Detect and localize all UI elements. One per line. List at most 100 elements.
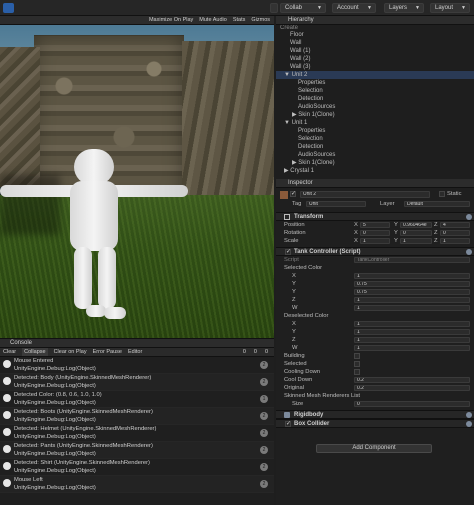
selected-color-w-field[interactable]: 1 bbox=[354, 305, 470, 311]
log-entry[interactable]: Detected Color: (0.8, 0.6, 1.0, 1.0) Unit… bbox=[0, 391, 274, 408]
cool-down-field[interactable]: 0.2 bbox=[354, 377, 470, 383]
deselected-color-y-field[interactable]: 1 bbox=[354, 329, 470, 335]
gear-icon[interactable] bbox=[466, 421, 472, 427]
hierarchy-list: Floor Wall Wall (1) Wall (2) Wall (3) ▼ … bbox=[276, 31, 474, 175]
log-entry[interactable]: Detected: Pants (UnityEngine.SkinnedMesh… bbox=[0, 442, 274, 459]
hierarchy-item[interactable]: Selection bbox=[276, 135, 474, 143]
log-source: UnityEngine.Debug:Log(Object) bbox=[14, 433, 96, 440]
scale-y[interactable]: 1 bbox=[400, 238, 432, 244]
gear-icon[interactable] bbox=[466, 249, 472, 255]
building-checkbox[interactable] bbox=[354, 353, 360, 359]
layout-dropdown[interactable]: Layout ▼ bbox=[430, 3, 470, 13]
box-collider-enabled-checkbox[interactable] bbox=[285, 420, 291, 428]
hierarchy-item[interactable]: ▶ Skin 1(Clone) bbox=[276, 159, 474, 167]
collapse-button[interactable]: Collapse bbox=[22, 348, 48, 356]
position-label: Position bbox=[284, 222, 305, 228]
selected-color-y2-field[interactable]: 0.75 bbox=[354, 289, 470, 295]
deselected-color-z-field[interactable]: 1 bbox=[354, 337, 470, 343]
warning-count[interactable]: 0 bbox=[254, 348, 257, 357]
stats-toggle[interactable]: Stats bbox=[233, 16, 246, 25]
hierarchy-item-unit-1[interactable]: ▼ Unit 1 bbox=[276, 119, 474, 127]
log-entry[interactable]: Mouse Entered UnityEngine.Debug:Log(Objec… bbox=[0, 357, 274, 374]
hierarchy-item[interactable]: Wall (1) bbox=[276, 47, 474, 55]
error-pause-button[interactable]: Error Pause bbox=[93, 348, 122, 356]
maximize-on-play-toggle[interactable]: Maximize On Play bbox=[149, 16, 193, 25]
add-component-button[interactable]: Add Component bbox=[316, 444, 432, 453]
account-dropdown[interactable]: Account ▼ bbox=[332, 3, 376, 13]
collab-dropdown[interactable]: Collab ▼ bbox=[280, 3, 326, 13]
hierarchy-item[interactable]: ▶ Skin 1(Clone) bbox=[276, 111, 474, 119]
rigidbody-header[interactable]: Rigidbody bbox=[276, 410, 474, 419]
rotation-z[interactable]: 0 bbox=[440, 230, 470, 236]
skinned-list-row[interactable]: Skinned Mesh Renderers List bbox=[276, 392, 474, 400]
error-count[interactable]: 0 bbox=[265, 348, 268, 357]
size-field[interactable]: 0 bbox=[354, 401, 470, 407]
hierarchy-tab[interactable]: Hierarchy bbox=[276, 16, 474, 25]
position-x[interactable]: 5 bbox=[360, 222, 390, 228]
clear-on-play-button[interactable]: Clear on Play bbox=[54, 348, 87, 356]
selected-color-x-field[interactable]: 1 bbox=[354, 273, 470, 279]
cooling-down-checkbox[interactable] bbox=[354, 369, 360, 375]
box-collider-header[interactable]: Box Collider bbox=[276, 419, 474, 428]
info-count[interactable]: 0 bbox=[243, 348, 246, 357]
deselected-color-w-field[interactable]: 1 bbox=[354, 345, 470, 351]
log-entry[interactable]: Detected: Body (UnityEngine.SkinnedMeshR… bbox=[0, 374, 274, 391]
position-z[interactable]: 4 bbox=[440, 222, 470, 228]
scale-x[interactable]: 1 bbox=[360, 238, 390, 244]
log-entry[interactable]: Detected: Shirt (UnityEngine.SkinnedMesh… bbox=[0, 459, 274, 476]
console-tab[interactable]: Console bbox=[0, 339, 274, 348]
selected-color-z-field[interactable]: 1 bbox=[354, 297, 470, 303]
hierarchy-item[interactable]: ▶ Crystal 1 bbox=[276, 167, 474, 175]
original-field[interactable]: 0.2 bbox=[354, 385, 470, 391]
log-entry[interactable]: Detected: Boots (UnityEngine.SkinnedMesh… bbox=[0, 408, 274, 425]
log-list: Mouse Entered UnityEngine.Debug:Log(Objec… bbox=[0, 357, 274, 493]
deselected-color-label: Deselected Color bbox=[284, 313, 329, 319]
layer-dropdown[interactable]: Default bbox=[404, 201, 470, 207]
position-y[interactable]: 0.960464e bbox=[400, 222, 432, 228]
log-entry[interactable]: Mouse Left UnityEngine.Debug:Log(Object) 2 bbox=[0, 476, 274, 493]
transform-header[interactable]: Transform bbox=[276, 212, 474, 221]
hierarchy-item[interactable]: Wall (2) bbox=[276, 55, 474, 63]
deselected-color-x-field[interactable]: 1 bbox=[354, 321, 470, 327]
tank-controller-header[interactable]: Tank Controller (Script) bbox=[276, 247, 474, 256]
gizmos-dropdown[interactable]: Gizmos bbox=[251, 16, 270, 25]
static-checkbox[interactable] bbox=[439, 191, 445, 197]
rotation-y[interactable]: 0 bbox=[400, 230, 432, 236]
layers-dropdown[interactable]: Layers ▼ bbox=[384, 3, 424, 13]
rotation-x[interactable]: 0 bbox=[360, 230, 390, 236]
selected-color-row[interactable]: Selected Color bbox=[276, 264, 474, 272]
gear-icon[interactable] bbox=[466, 214, 472, 220]
gear-icon[interactable] bbox=[466, 412, 472, 418]
tag-dropdown[interactable]: Unit bbox=[306, 201, 366, 207]
hierarchy-item[interactable]: Properties bbox=[276, 127, 474, 135]
selected-color-y-field[interactable]: 0.75 bbox=[354, 281, 470, 287]
hierarchy-item[interactable]: AudioSources bbox=[276, 151, 474, 159]
hierarchy-item[interactable]: Selection bbox=[276, 87, 474, 95]
cloud-icon[interactable] bbox=[3, 3, 14, 13]
cloud-services-icon[interactable] bbox=[270, 3, 278, 13]
inspector-tab[interactable]: Inspector bbox=[276, 179, 474, 188]
deselected-color-row[interactable]: Deselected Color bbox=[276, 312, 474, 320]
game-viewport[interactable] bbox=[0, 25, 274, 338]
log-count: 1 bbox=[260, 395, 268, 403]
hierarchy-item[interactable]: Properties bbox=[276, 79, 474, 87]
mute-audio-toggle[interactable]: Mute Audio bbox=[199, 16, 227, 25]
tag-label: Tag bbox=[292, 201, 302, 207]
log-entry[interactable]: Detected: Helmet (UnityEngine.SkinnedMes… bbox=[0, 425, 274, 442]
log-message: Detected: Pants (UnityEngine.SkinnedMesh… bbox=[14, 443, 153, 449]
editor-dropdown[interactable]: Editor bbox=[128, 348, 142, 356]
hierarchy-item-unit-2[interactable]: ▼ Unit 2 bbox=[276, 71, 474, 79]
hierarchy-item[interactable]: Detection bbox=[276, 143, 474, 151]
hierarchy-item[interactable]: AudioSources bbox=[276, 103, 474, 111]
tank-controller-enabled-checkbox[interactable] bbox=[285, 248, 291, 256]
hierarchy-item[interactable]: Detection bbox=[276, 95, 474, 103]
clear-button[interactable]: Clear bbox=[3, 348, 16, 356]
hierarchy-item[interactable]: Floor bbox=[276, 31, 474, 39]
hierarchy-item[interactable]: Wall bbox=[276, 39, 474, 47]
selected-checkbox[interactable] bbox=[354, 361, 360, 367]
scale-z[interactable]: 1 bbox=[440, 238, 470, 244]
transform-icon bbox=[284, 214, 290, 220]
active-checkbox[interactable] bbox=[290, 190, 296, 198]
hierarchy-item[interactable]: Wall (3) bbox=[276, 63, 474, 71]
object-name-field[interactable]: Unit 2 bbox=[300, 191, 430, 198]
